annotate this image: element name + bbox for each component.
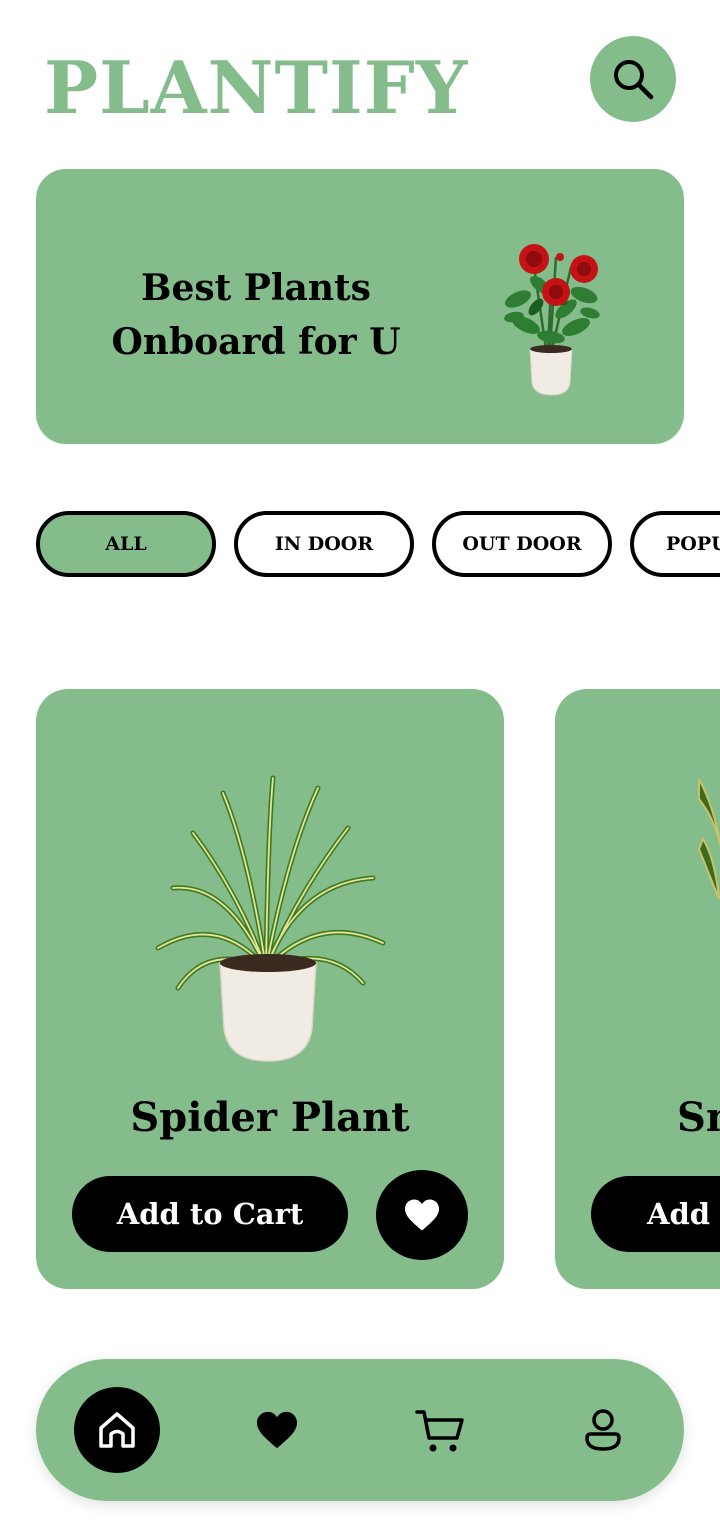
add-to-cart-button[interactable]: Add to Cart (72, 1176, 348, 1252)
chip-outdoor-label: OUT DOOR (462, 533, 582, 555)
product-card-spider-plant[interactable]: Spider Plant Add to Cart (36, 689, 504, 1289)
spider-plant-image (155, 775, 386, 1062)
search-button[interactable] (590, 36, 676, 122)
rose-plant-image (504, 244, 600, 396)
add-to-cart-label: Add t (647, 1197, 720, 1231)
banner-title-line1: Best Plants (141, 267, 371, 309)
add-to-cart-label: Add to Cart (116, 1197, 304, 1231)
add-to-cart-button[interactable]: Add t (591, 1176, 720, 1252)
promo-banner[interactable]: Best Plants Onboard for U (36, 169, 684, 444)
nav-cart[interactable] (414, 1405, 466, 1457)
nav-favorites[interactable] (252, 1405, 302, 1455)
chip-popular[interactable]: POPU (630, 511, 720, 577)
chip-all[interactable]: ALL (36, 511, 216, 577)
product-card-snake-plant[interactable]: Sn Add t (555, 689, 720, 1289)
snake-plant-image (697, 779, 720, 899)
chip-popular-label: POPU (666, 533, 720, 555)
nav-profile[interactable] (580, 1407, 626, 1453)
heart-icon (405, 1199, 439, 1231)
favorite-button[interactable] (376, 1170, 468, 1260)
app-screen: PLANTIFY Best Plants Onboard for U ALL I… (0, 0, 720, 1524)
banner-title: Best Plants Onboard for U (106, 261, 406, 369)
product-name: Sn (677, 1094, 720, 1141)
search-icon (614, 60, 654, 100)
banner-title-line2: Onboard for U (111, 321, 401, 363)
profile-icon (585, 1409, 621, 1451)
chip-all-label: ALL (105, 533, 147, 555)
bottom-navigation (36, 1359, 684, 1501)
app-logo: PLANTIFY (44, 45, 469, 130)
nav-home[interactable] (74, 1387, 160, 1473)
chip-indoor-label: IN DOOR (274, 533, 374, 555)
cart-icon (415, 1410, 464, 1452)
heart-icon (257, 1411, 297, 1449)
chip-outdoor[interactable]: OUT DOOR (432, 511, 612, 577)
chip-indoor[interactable]: IN DOOR (234, 511, 414, 577)
product-name: Spider Plant (130, 1094, 410, 1141)
home-icon (99, 1412, 135, 1448)
